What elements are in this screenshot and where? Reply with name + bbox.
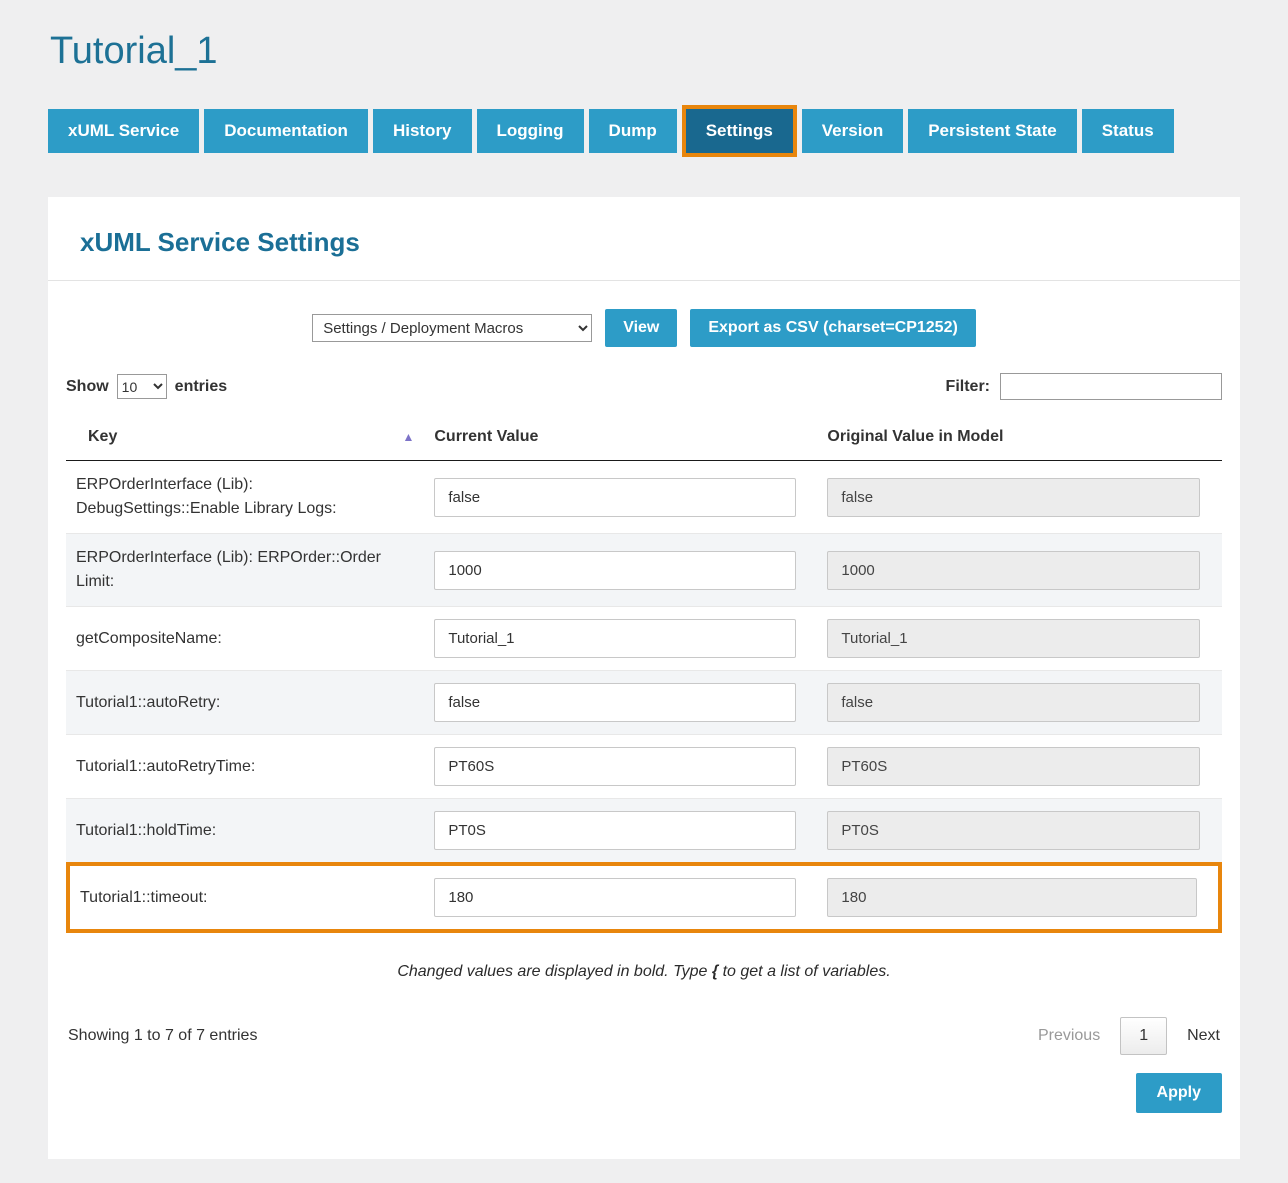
current-value-cell [424, 670, 817, 734]
table-header: Key ▲ Current Value Original Value in Mo… [66, 414, 1222, 461]
note-prefix: Changed values are displayed in bold. Ty… [397, 963, 712, 980]
filter-label: Filter: [946, 378, 990, 396]
export-csv-button[interactable]: Export as CSV (charset=CP1252) [690, 309, 975, 347]
original-value-input [827, 811, 1200, 850]
current-value-cell [424, 606, 817, 670]
tab-persistent-state[interactable]: Persistent State [908, 109, 1077, 153]
table-summary: Showing 1 to 7 of 7 entries [68, 1027, 257, 1045]
table-footer: Showing 1 to 7 of 7 entries Previous 1 N… [66, 1017, 1222, 1055]
apply-row: Apply [66, 1073, 1222, 1113]
column-header-key[interactable]: Key ▲ [66, 414, 424, 461]
original-value-input [827, 619, 1200, 658]
settings-table: Key ▲ Current Value Original Value in Mo… [66, 414, 1222, 933]
current-value-cell [424, 533, 817, 606]
current-value-cell [424, 461, 817, 533]
view-button[interactable]: View [605, 309, 677, 347]
show-entries-control: Show 10 entries [66, 374, 227, 399]
table-row: Tutorial1::autoRetry: [66, 670, 1222, 734]
note-suffix: to get a list of variables. [718, 963, 891, 980]
page-title: Tutorial_1 [50, 30, 1240, 73]
current-value-input[interactable] [434, 878, 796, 917]
current-value-input[interactable] [434, 747, 796, 786]
pagination-next[interactable]: Next [1187, 1027, 1220, 1045]
controls-row: Settings / Deployment Macros View Export… [66, 309, 1222, 347]
filter-control: Filter: [946, 373, 1222, 400]
tab-logging[interactable]: Logging [477, 109, 584, 153]
apply-button[interactable]: Apply [1136, 1073, 1222, 1113]
current-value-cell [424, 734, 817, 798]
original-value-cell [817, 734, 1222, 798]
original-value-input [827, 878, 1196, 917]
tab-bar: xUML ServiceDocumentationHistoryLoggingD… [48, 109, 1240, 153]
pagination-previous[interactable]: Previous [1038, 1027, 1100, 1045]
tab-xuml-service[interactable]: xUML Service [48, 109, 199, 153]
column-header-current-value-label: Current Value [434, 428, 538, 445]
panel-heading: xUML Service Settings [80, 227, 1208, 258]
original-value-input [827, 478, 1200, 517]
tab-history[interactable]: History [373, 109, 472, 153]
divider [48, 280, 1240, 281]
table-row: ERPOrderInterface (Lib): DebugSettings::… [66, 461, 1222, 533]
column-header-current-value[interactable]: Current Value [424, 414, 817, 461]
row-key-label: Tutorial1::timeout: [66, 862, 424, 933]
current-value-input[interactable] [434, 619, 796, 658]
tab-documentation[interactable]: Documentation [204, 109, 368, 153]
original-value-cell [817, 862, 1222, 933]
table-row: ERPOrderInterface (Lib): ERPOrder::Order… [66, 533, 1222, 606]
table-row: Tutorial1::autoRetryTime: [66, 734, 1222, 798]
current-value-input[interactable] [434, 551, 796, 590]
row-key-label: getCompositeName: [66, 606, 424, 670]
column-header-key-label: Key [88, 428, 117, 446]
page-length-select[interactable]: 10 [117, 374, 167, 399]
column-header-original-value-label: Original Value in Model [827, 428, 1003, 445]
original-value-cell [817, 670, 1222, 734]
original-value-input [827, 747, 1200, 786]
original-value-input [827, 551, 1200, 590]
column-header-original-value[interactable]: Original Value in Model [817, 414, 1222, 461]
page: Tutorial_1 xUML ServiceDocumentationHist… [48, 0, 1240, 1183]
entries-label: entries [175, 378, 227, 396]
current-value-input[interactable] [434, 811, 796, 850]
show-label: Show [66, 378, 109, 396]
original-value-input [827, 683, 1200, 722]
row-key-label: Tutorial1::autoRetry: [66, 670, 424, 734]
original-value-cell [817, 533, 1222, 606]
current-value-input[interactable] [434, 683, 796, 722]
row-key-label: Tutorial1::autoRetryTime: [66, 734, 424, 798]
row-key-label: ERPOrderInterface (Lib): DebugSettings::… [66, 461, 424, 533]
table-row: Tutorial1::holdTime: [66, 798, 1222, 862]
filter-input[interactable] [1000, 373, 1222, 400]
tab-version[interactable]: Version [802, 109, 903, 153]
table-note: Changed values are displayed in bold. Ty… [66, 963, 1222, 981]
current-value-cell [424, 798, 817, 862]
row-key-label: ERPOrderInterface (Lib): ERPOrder::Order… [66, 533, 424, 606]
pagination-page-1[interactable]: 1 [1120, 1017, 1167, 1055]
view-mode-select[interactable]: Settings / Deployment Macros [312, 314, 592, 342]
row-key-label: Tutorial1::holdTime: [66, 798, 424, 862]
panel-header: xUML Service Settings [48, 197, 1240, 280]
tab-status[interactable]: Status [1082, 109, 1174, 153]
settings-panel: xUML Service Settings Settings / Deploym… [48, 197, 1240, 1159]
original-value-cell [817, 606, 1222, 670]
table-row: getCompositeName: [66, 606, 1222, 670]
tab-dump[interactable]: Dump [589, 109, 677, 153]
table-toolbar: Show 10 entries Filter: [66, 373, 1222, 400]
settings-table-body: ERPOrderInterface (Lib): DebugSettings::… [66, 461, 1222, 933]
pagination: Previous 1 Next [1038, 1017, 1220, 1055]
current-value-input[interactable] [434, 478, 796, 517]
panel-body: Settings / Deployment Macros View Export… [48, 309, 1240, 1113]
table-row: Tutorial1::timeout: [66, 862, 1222, 933]
current-value-cell [424, 862, 817, 933]
sort-ascending-icon: ▲ [402, 431, 414, 443]
tab-settings[interactable]: Settings [686, 109, 793, 153]
original-value-cell [817, 798, 1222, 862]
original-value-cell [817, 461, 1222, 533]
